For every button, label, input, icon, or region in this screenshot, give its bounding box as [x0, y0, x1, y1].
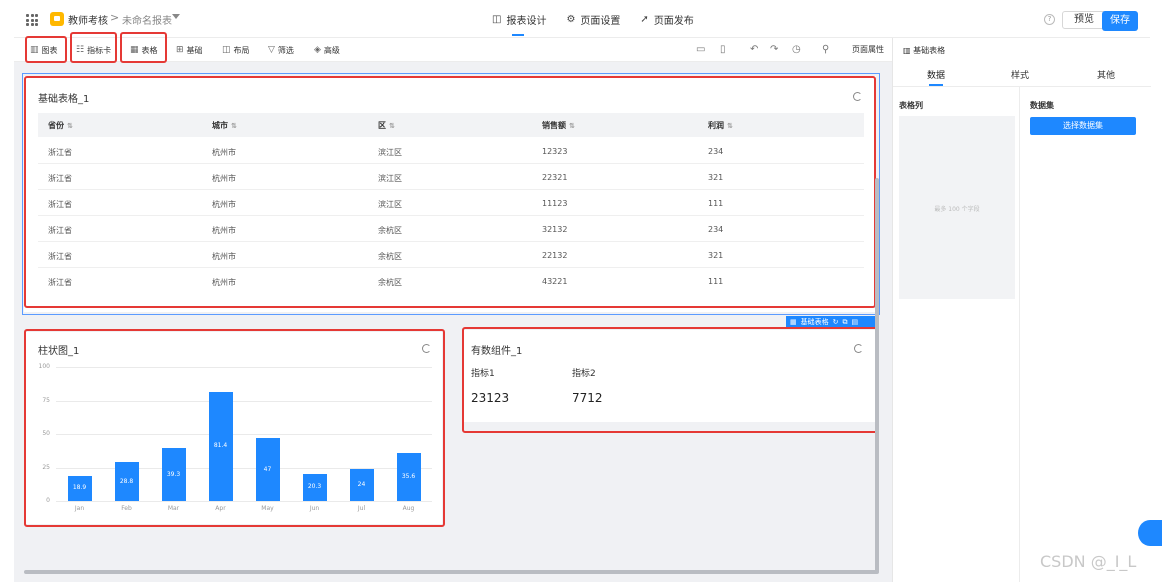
filter-icon: ▽: [268, 45, 275, 55]
dataset-heading: 数据集: [1030, 101, 1054, 110]
refresh-icon[interactable]: ↻: [833, 318, 839, 326]
undo-icon[interactable]: ↶: [750, 44, 758, 56]
delete-icon[interactable]: ▤: [852, 318, 859, 326]
preview-button[interactable]: 预览: [1062, 11, 1106, 29]
canvas-horizontal-scrollbar[interactable]: [24, 570, 879, 574]
history-icon[interactable]: ◷: [792, 44, 801, 56]
highlight-chart-tool: [25, 36, 67, 63]
highlight-metric-card: [462, 327, 878, 433]
tab-page-settings[interactable]: ⚙ 页面设置: [566, 0, 620, 38]
help-icon[interactable]: ?: [1044, 14, 1055, 25]
mode-tabs: ◫ 报表设计 ⚙ 页面设置 ➚ 页面发布: [492, 0, 694, 38]
toolbar-label: 高级: [323, 45, 340, 55]
layout-icon: ◫: [222, 45, 231, 55]
table-columns-heading: 表格列: [899, 101, 923, 110]
tab-report-design[interactable]: ◫ 报表设计: [492, 0, 546, 38]
desktop-view-icon[interactable]: ▭: [696, 44, 705, 56]
mobile-view-icon[interactable]: ▯: [720, 44, 726, 56]
highlight-table-tool: [120, 32, 167, 63]
copy-icon[interactable]: ⧉: [843, 318, 848, 327]
field-drop-zone[interactable]: 最多 100 个字段: [899, 116, 1015, 299]
highlight-metric-tool: [70, 32, 117, 63]
toolbar-label: 基础: [186, 45, 203, 55]
highlight-chart-card: [24, 329, 445, 527]
panel-tab-other[interactable]: 其他: [1097, 68, 1115, 81]
toolbar-layout[interactable]: ◫ 布局: [222, 38, 250, 62]
breadcrumb-separator: >: [110, 11, 120, 24]
app-logo-icon: [50, 12, 64, 26]
tab-label: 页面设置: [580, 15, 621, 27]
panel-column-divider: [1019, 87, 1020, 582]
top-bar: 教师考核 > 未命名报表 ◫ 报表设计 ⚙ 页面设置 ➚ 页面发布 ? 预览 保…: [14, 0, 1150, 38]
search-icon[interactable]: ⚲: [822, 44, 829, 56]
send-icon: ➚: [640, 13, 649, 25]
table-icon: ▦: [790, 318, 797, 326]
watermark: CSDN @_I_L: [1040, 552, 1137, 571]
toolbar-filter[interactable]: ▽ 筛选: [268, 38, 294, 62]
toolbar-basic[interactable]: ⊞ 基础: [176, 38, 203, 62]
floating-assistant-button[interactable]: [1138, 520, 1162, 546]
field-hint: 最多 100 个字段: [934, 206, 980, 213]
toolbar-label: 布局: [233, 45, 250, 55]
tab-page-publish[interactable]: ➚ 页面发布: [640, 0, 693, 38]
basic-icon: ⊞: [176, 45, 184, 55]
select-dataset-button[interactable]: 选择数据集: [1030, 117, 1136, 135]
panel-tab-style[interactable]: 样式: [1011, 68, 1029, 81]
selection-label: 基础表格: [800, 318, 829, 326]
toolbar-label: 筛选: [277, 45, 294, 55]
tab-label: 报表设计: [506, 15, 547, 27]
report-designer: 教师考核 > 未命名报表 ◫ 报表设计 ⚙ 页面设置 ➚ 页面发布 ? 预览 保…: [0, 0, 1164, 582]
canvas-vertical-scrollbar[interactable]: [875, 178, 879, 573]
properties-panel: ▥ 基础表格 数据 样式 其他 表格列 最多 100 个字段 数据集 选择数据集: [892, 38, 1151, 582]
save-button[interactable]: 保存: [1102, 11, 1138, 31]
panel-tab-data[interactable]: 数据: [927, 68, 945, 81]
report-design-icon: ◫: [492, 13, 502, 25]
panel-divider: [893, 86, 1151, 87]
report-name[interactable]: 未命名报表: [122, 12, 172, 27]
highlight-table-card: [24, 76, 876, 308]
page-properties-button[interactable]: 页面属性: [852, 44, 884, 55]
panel-title: ▥ 基础表格: [903, 46, 946, 55]
report-dropdown-icon[interactable]: [172, 14, 180, 19]
toolbar-advanced[interactable]: ◈ 高级: [314, 38, 340, 62]
gear-icon: ⚙: [566, 13, 576, 25]
redo-icon[interactable]: ↷: [770, 44, 778, 56]
app-name[interactable]: 教师考核: [68, 12, 108, 27]
advanced-icon: ◈: [314, 45, 321, 55]
tab-label: 页面发布: [653, 15, 694, 27]
apps-grid-icon[interactable]: [26, 14, 38, 26]
